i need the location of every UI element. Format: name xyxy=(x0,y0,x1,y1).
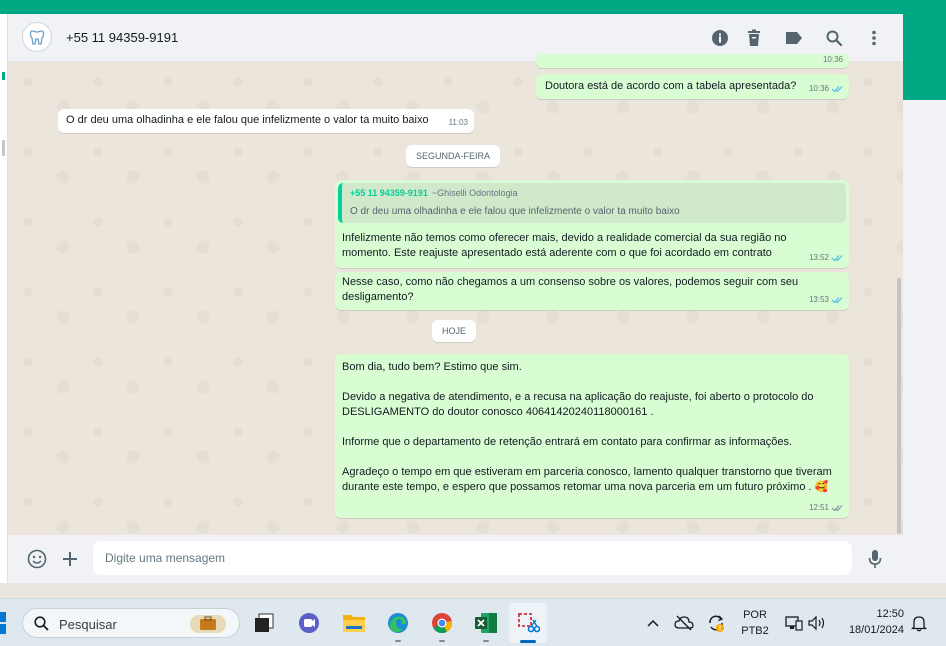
quote-author-sub: ~Ghiselli Odontologia xyxy=(431,188,518,198)
message-text: O dr deu uma olhadinha e ele falou que i… xyxy=(66,114,429,126)
message-bubble-incoming[interactable]: O dr deu uma olhadinha e ele falou que i… xyxy=(58,109,474,133)
background-app-panel xyxy=(903,100,946,583)
windows-start-icon[interactable] xyxy=(0,612,10,634)
side-indicator xyxy=(2,140,5,156)
chat-scrollbar[interactable] xyxy=(897,278,901,534)
language-indicator[interactable]: POR xyxy=(739,609,771,621)
briefcase-icon xyxy=(190,615,226,633)
menu-icon[interactable] xyxy=(863,27,885,49)
message-time: 13:52 xyxy=(808,253,829,262)
emoji-smiling-hearts: 🥰 xyxy=(814,481,829,493)
background-app-green-panel xyxy=(903,14,946,100)
chrome-browser-icon[interactable] xyxy=(429,610,455,636)
date-separator: HOJE xyxy=(432,320,476,342)
clock-time[interactable]: 12:50 xyxy=(844,608,904,620)
double-check-icon xyxy=(831,504,843,511)
chevron-up-icon[interactable] xyxy=(640,610,666,636)
taskbar-search-label: Pesquisar xyxy=(59,617,117,632)
taskbar: Pesquisar POR PTB2 12:50 18/01/2024 xyxy=(0,598,946,646)
message-time: 10:36 xyxy=(808,84,829,93)
teams-chat-icon[interactable] xyxy=(296,610,322,636)
avatar[interactable] xyxy=(22,22,52,52)
quoted-message[interactable]: +55 11 94359-9191 ~Ghiselli Odontologia O… xyxy=(338,183,846,223)
message-input[interactable] xyxy=(93,541,852,575)
search-icon xyxy=(34,616,49,631)
clock-date[interactable]: 18/01/2024 xyxy=(834,624,904,636)
excel-icon[interactable] xyxy=(473,610,499,636)
message-text: Nesse caso, como não chegamos a um conse… xyxy=(342,276,802,303)
running-indicator xyxy=(483,640,489,642)
keyboard-layout-indicator[interactable]: PTB2 xyxy=(739,625,771,637)
message-bubble-partial: 10:36 xyxy=(536,54,849,68)
edge-browser-icon[interactable] xyxy=(385,610,411,636)
quote-text: O dr deu uma olhadinha e ele falou que i… xyxy=(350,206,680,217)
sync-warning-icon[interactable] xyxy=(703,610,729,636)
message-text: Infelizmente não temos como oferecer mai… xyxy=(342,232,790,259)
plus-icon[interactable] xyxy=(59,548,81,570)
message-text: Bom dia, tudo bem? Estimo que sim. Devid… xyxy=(342,361,832,493)
quote-author: +55 11 94359-9191 xyxy=(350,188,428,198)
side-panel-edge xyxy=(0,14,8,583)
file-explorer-icon[interactable] xyxy=(341,610,367,636)
message-bubble-outgoing[interactable]: Doutora está de acordo com a tabela apre… xyxy=(536,74,849,99)
double-check-icon xyxy=(831,296,843,303)
chat-window: +55 11 94359-9191 10:36 Doutora está de … xyxy=(8,14,903,583)
search-icon[interactable] xyxy=(823,27,845,49)
date-separator: SEGUNDA-FEIRA xyxy=(406,145,500,167)
active-app-indicator xyxy=(520,640,536,643)
running-indicator xyxy=(439,640,445,642)
side-indicator xyxy=(2,72,5,80)
message-time: 10:36 xyxy=(822,55,843,64)
contact-name[interactable]: +55 11 94359-9191 xyxy=(66,30,178,45)
task-view-icon[interactable] xyxy=(251,610,277,636)
window-top-strip xyxy=(0,0,946,14)
emoji-icon[interactable] xyxy=(26,548,48,570)
running-indicator xyxy=(395,640,401,642)
cloud-offline-icon[interactable] xyxy=(671,610,697,636)
trash-icon[interactable] xyxy=(743,27,765,49)
message-bubble-outgoing-reply[interactable]: +55 11 94359-9191 ~Ghiselli Odontologia O… xyxy=(335,180,849,268)
label-icon[interactable] xyxy=(783,27,805,49)
message-time: 12:51 xyxy=(808,503,829,512)
message-time: 11:03 xyxy=(448,118,468,127)
info-icon[interactable] xyxy=(709,27,731,49)
snipping-tool-icon[interactable] xyxy=(515,610,541,636)
message-bubble-outgoing[interactable]: Nesse caso, como não chegamos a um conse… xyxy=(335,272,849,310)
message-time: 13:53 xyxy=(808,295,829,304)
double-check-icon xyxy=(831,85,843,92)
tooth-logo-icon xyxy=(29,30,45,45)
message-bubble-outgoing[interactable]: Bom dia, tudo bem? Estimo que sim. Devid… xyxy=(335,354,849,518)
notification-bell-icon[interactable] xyxy=(906,610,932,636)
taskbar-search[interactable]: Pesquisar xyxy=(22,608,240,638)
volume-icon[interactable] xyxy=(804,610,830,636)
message-composer xyxy=(8,535,903,583)
mic-icon[interactable] xyxy=(864,548,886,570)
message-text: Doutora está de acordo com a tabela apre… xyxy=(545,80,797,92)
double-check-icon xyxy=(831,254,843,261)
